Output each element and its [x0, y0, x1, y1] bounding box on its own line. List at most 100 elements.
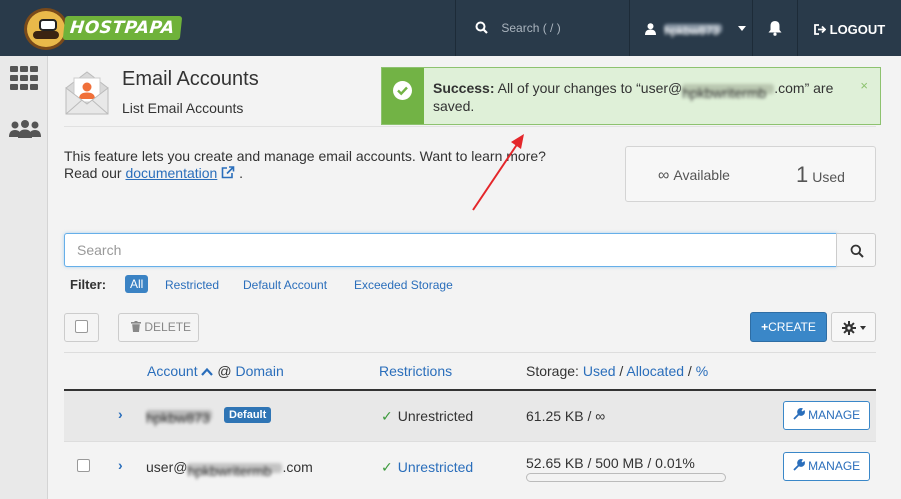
- divider: [797, 0, 798, 56]
- check-circle-icon: [393, 81, 412, 100]
- filter-label: Filter:: [70, 277, 107, 292]
- search-submit-button[interactable]: [836, 233, 876, 267]
- alert-title: Success:: [433, 80, 495, 96]
- users-group-icon[interactable]: [9, 120, 41, 141]
- separator: /: [687, 363, 692, 379]
- close-alert-button[interactable]: ×: [860, 78, 868, 93]
- external-link-icon[interactable]: [221, 165, 239, 181]
- sidebar: [0, 56, 48, 499]
- apps-grid-icon[interactable]: [10, 66, 38, 93]
- filter-exceeded-storage[interactable]: Exceeded Storage: [354, 278, 453, 292]
- global-search-placeholder: Search ( / ): [501, 21, 561, 36]
- global-search[interactable]: Search ( / ): [475, 21, 561, 37]
- page-subtitle: List Email Accounts: [122, 100, 244, 116]
- restriction-cell[interactable]: ✓ Unrestricted: [381, 459, 473, 476]
- divider: [629, 0, 630, 56]
- filter-restricted[interactable]: Restricted: [165, 278, 219, 292]
- at-symbol: @: [217, 363, 232, 379]
- available-label: Available: [673, 167, 730, 183]
- create-button[interactable]: +CREATE: [750, 312, 827, 342]
- chevron-down-icon: [737, 26, 746, 32]
- column-header-restrictions[interactable]: Restrictions: [379, 363, 452, 379]
- storage-cell: 61.25 KB / ∞: [526, 408, 606, 424]
- success-alert: Success: All of your changes to “user@hp…: [381, 67, 881, 125]
- trash-icon: [131, 320, 144, 334]
- restriction-value: Unrestricted: [397, 408, 474, 424]
- storage-header-label: Storage:: [526, 363, 579, 379]
- restriction-cell: ✓ Unrestricted: [381, 408, 473, 425]
- account-header-label: Account: [147, 363, 198, 379]
- gear-icon: [842, 321, 866, 335]
- user-menu[interactable]: hpkbw873: [645, 21, 746, 38]
- column-header-account[interactable]: Account @ Domain: [147, 363, 284, 379]
- expand-row-chevron-icon[interactable]: ›: [118, 406, 123, 422]
- sort-by-percent[interactable]: %: [696, 363, 708, 379]
- logout-button[interactable]: LOGOUT: [814, 22, 885, 37]
- filter-default-account[interactable]: Default Account: [243, 278, 327, 292]
- top-navigation-bar: HOSTPAPA Search ( / ) hpkbw873 LOGOUT: [0, 0, 901, 56]
- divider: [455, 0, 456, 56]
- check-icon: ✓: [381, 459, 393, 475]
- sort-ascending-icon: [201, 363, 217, 379]
- period: .: [239, 165, 243, 181]
- account-prefix: user@: [146, 459, 188, 475]
- select-all-wrapper[interactable]: [64, 313, 99, 342]
- wrench-icon: [793, 408, 808, 422]
- divider: [752, 0, 753, 56]
- used-label: Used: [812, 169, 845, 185]
- table-top-border: [64, 352, 876, 353]
- mascot-icon: [24, 8, 68, 50]
- account-stats-box: ∞ Available 1 Used: [625, 146, 876, 202]
- redacted-domain: hpkbwritermb: [682, 84, 775, 101]
- row-checkbox[interactable]: [77, 459, 90, 472]
- storage-cell: 52.65 KB / 500 MB / 0.01%: [526, 455, 695, 471]
- manage-button[interactable]: MANAGE: [783, 452, 870, 481]
- delete-label: DELETE: [144, 320, 192, 334]
- account-suffix: .com: [282, 459, 313, 475]
- check-icon: ✓: [381, 408, 393, 424]
- used-count: 1: [796, 162, 809, 187]
- column-header-storage: Storage: Used / Allocated / %: [526, 363, 708, 379]
- logout-icon: [814, 22, 830, 37]
- separator: /: [619, 363, 624, 379]
- search-icon: [475, 21, 488, 37]
- hostpapa-logo[interactable]: HOSTPAPA: [20, 6, 182, 50]
- infinity-symbol: ∞: [658, 167, 670, 184]
- used-stat: 1 Used: [796, 162, 845, 188]
- wrench-icon: [793, 459, 808, 473]
- manage-button[interactable]: MANAGE: [783, 401, 870, 430]
- default-badge: Default: [224, 407, 272, 423]
- alert-message: Success: All of your changes to “user@hp…: [433, 79, 853, 115]
- select-all-checkbox[interactable]: [75, 320, 88, 333]
- delete-button[interactable]: DELETE: [118, 313, 199, 342]
- sort-by-allocated[interactable]: Allocated: [626, 363, 684, 379]
- available-stat: ∞ Available: [658, 167, 730, 185]
- account-name-redacted: hpkbw873: [146, 410, 212, 426]
- logout-label: LOGOUT: [829, 22, 886, 37]
- user-icon: [645, 21, 659, 35]
- settings-dropdown-button[interactable]: [831, 312, 876, 342]
- manage-label: MANAGE: [808, 459, 861, 473]
- alert-status-strip: [382, 68, 424, 124]
- read-our-text: Read our: [64, 165, 122, 181]
- manage-label: MANAGE: [808, 408, 861, 422]
- search-icon: [850, 244, 864, 258]
- restriction-value: Unrestricted: [397, 459, 474, 475]
- documentation-link[interactable]: documentation: [125, 165, 217, 181]
- alert-text-start: All of your changes to “user@: [497, 80, 683, 96]
- domain-header-label[interactable]: Domain: [235, 363, 283, 379]
- brand-wordmark: HOSTPAPA: [62, 16, 182, 40]
- expand-row-chevron-icon[interactable]: ›: [118, 457, 123, 473]
- account-cell: user@hpkbwritermb .com: [146, 459, 313, 479]
- username-redacted: hpkbw873: [664, 24, 723, 38]
- header-divider: [64, 126, 876, 127]
- sort-by-used[interactable]: Used: [583, 363, 616, 379]
- storage-usage-bar: [526, 473, 726, 482]
- bell-icon[interactable]: [768, 20, 782, 39]
- filter-all[interactable]: All: [125, 275, 149, 293]
- email-accounts-icon: [64, 68, 110, 116]
- account-domain-redacted: hpkbwritermb: [187, 463, 283, 479]
- create-label: CREATE: [768, 320, 816, 334]
- page-title: Email Accounts: [122, 68, 259, 90]
- account-search-input[interactable]: [64, 233, 837, 267]
